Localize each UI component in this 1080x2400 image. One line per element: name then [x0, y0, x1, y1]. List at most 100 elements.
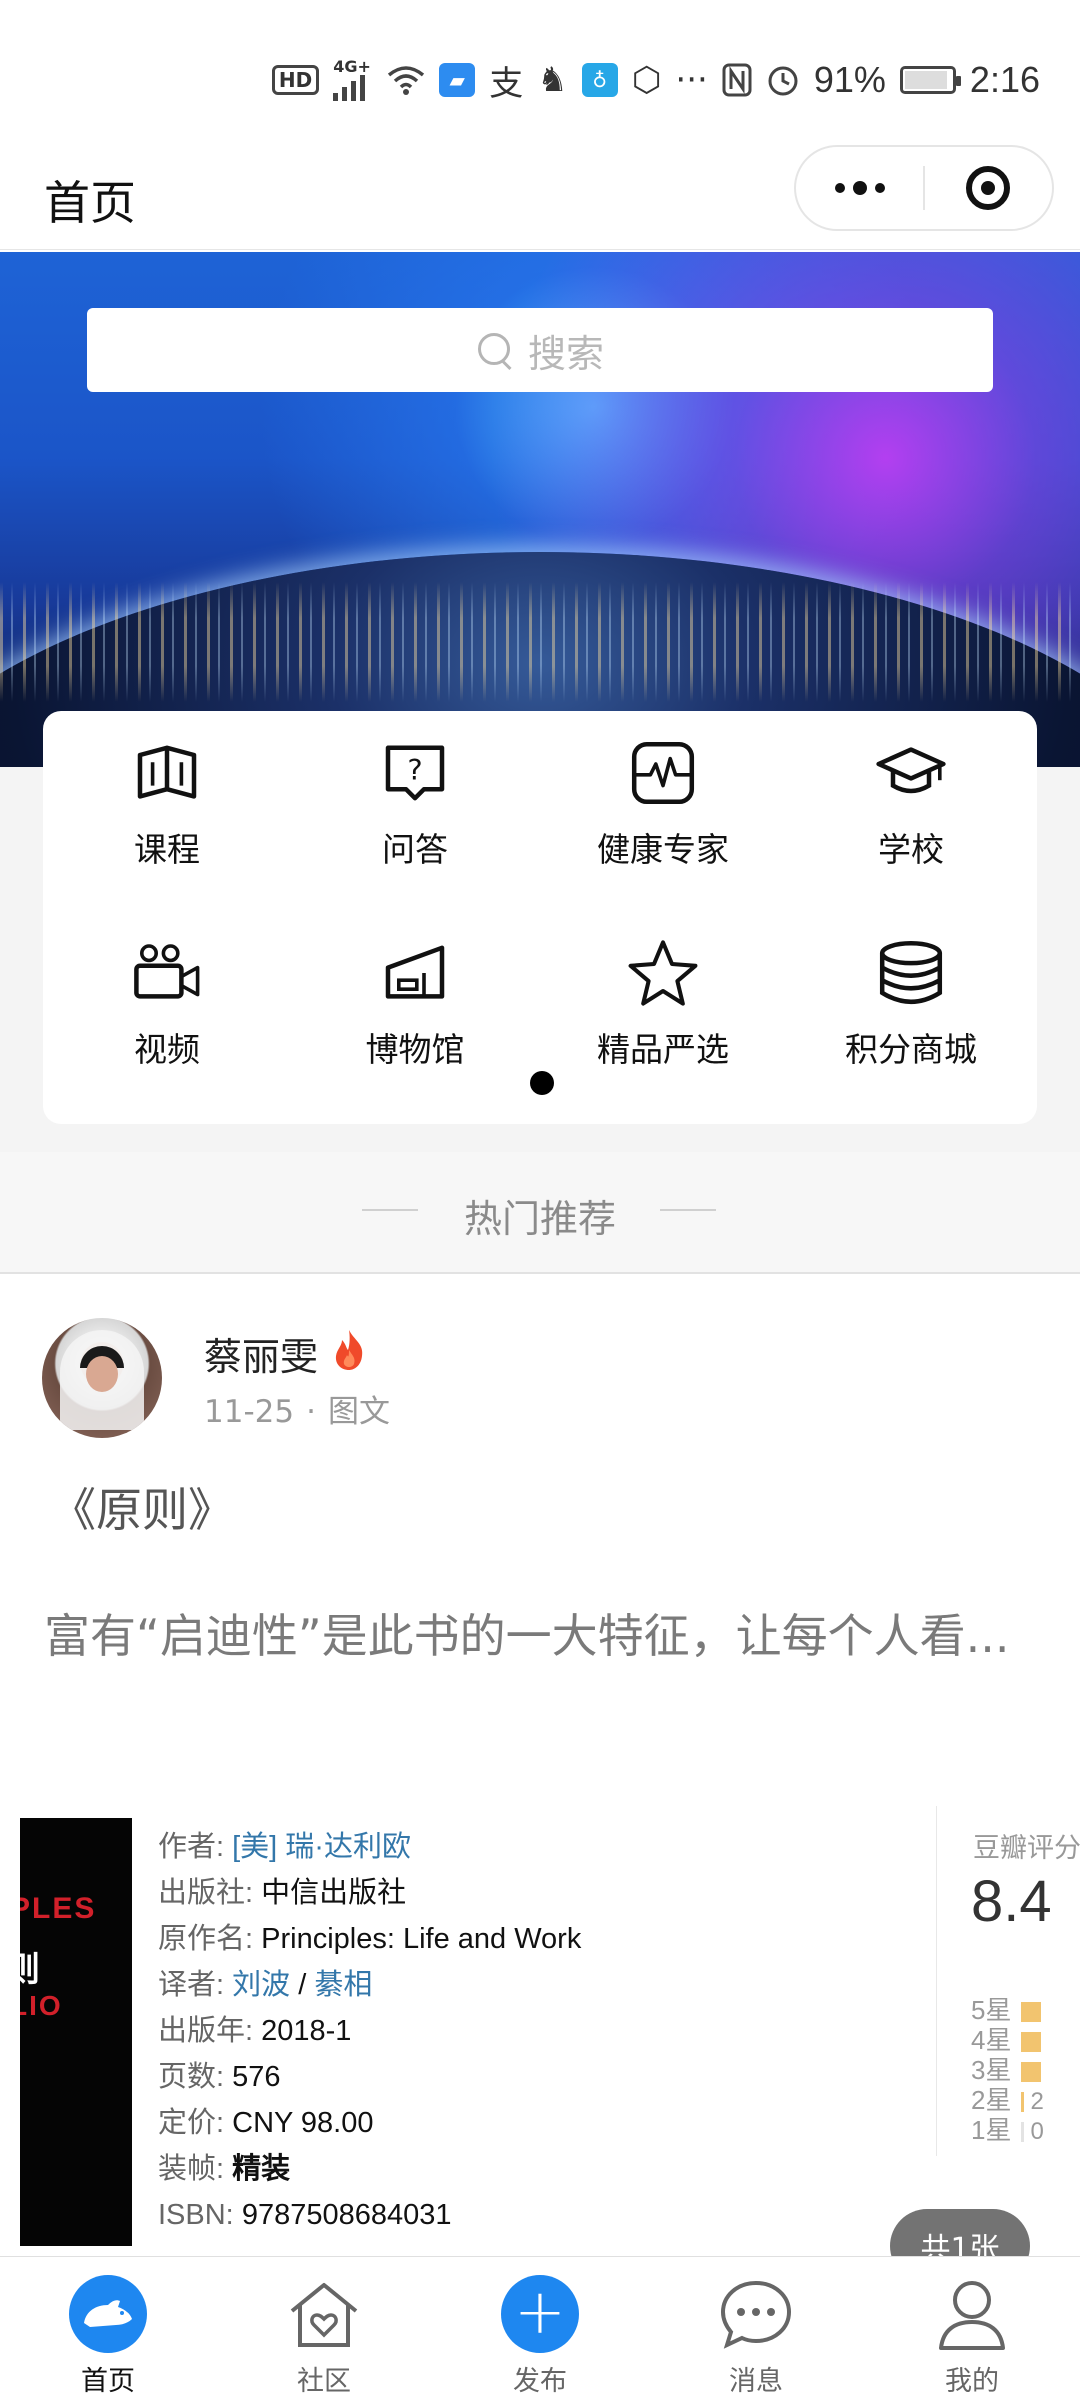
author-name[interactable]: 蔡丽雯 [204, 1326, 318, 1381]
grid-item-qa[interactable]: ? 问答 [291, 711, 539, 871]
pager-dot [530, 1071, 554, 1095]
pulse-icon [631, 741, 695, 805]
post-excerpt: 富有“启迪性”是此书的一大特征，让每个人看... [44, 1609, 1010, 1663]
grid-item-school[interactable]: 学校 [787, 711, 1035, 871]
tab-publish[interactable]: + 发布 [432, 2257, 648, 2400]
flame-icon [335, 1330, 363, 1370]
tab-bar: 首页 社区 + 发布 消息 我的 [0, 2256, 1080, 2400]
tab-label: 我的 [945, 2366, 999, 2397]
profile-icon [933, 2275, 1011, 2353]
post-type: 图文 [327, 1394, 390, 1430]
page-title: 首页 [44, 176, 136, 230]
status-bar: HD 4G+ ▰ 支 ♞ ♁ ⬡ ··· 91% 2:16 [0, 0, 1080, 145]
search-input[interactable]: 搜索 [87, 308, 993, 392]
status-icons: HD 4G+ ▰ 支 ♞ ♁ ⬡ ··· 91% 2:16 [271, 56, 1040, 104]
book-binding-row: 装帧: 精装 [158, 2153, 291, 2185]
banner[interactable]: 搜索 [0, 252, 1080, 767]
grid-item-video[interactable]: 视频 [43, 911, 291, 1071]
grid-item-label: 视频 [134, 1030, 200, 1069]
grid-item-label: 问答 [382, 830, 448, 869]
grid-item-health-expert[interactable]: 健康专家 [539, 711, 787, 871]
post-card[interactable]: 蔡丽雯 11-25 · 图文 《原则》 富有“启迪性”是此书的一大特征，让每个人看.… [0, 1276, 1080, 2283]
post-meta: 11-25 · 图文 [204, 1386, 390, 1431]
more-icon: ··· [675, 60, 708, 100]
nfc-icon [722, 63, 752, 97]
tab-messages[interactable]: 消息 [648, 2257, 864, 2400]
post-date: 11-25 [204, 1394, 295, 1430]
svg-text:?: ? [407, 753, 422, 787]
dot-icon [874, 183, 885, 193]
dot-icon [834, 183, 845, 193]
tab-label: 发布 [513, 2366, 567, 2397]
tab-community[interactable]: 社区 [216, 2257, 432, 2400]
grid-item-label: 精品严选 [597, 1030, 729, 1069]
target-icon [966, 166, 1011, 210]
book-price-row: 定价: CNY 98.00 [158, 2107, 374, 2139]
grid-item-course[interactable]: 课程 [43, 711, 291, 871]
app-icon: ▰ [439, 63, 476, 97]
video-camera-icon [134, 944, 200, 999]
community-icon [285, 2275, 363, 2353]
book-year-row: 出版年: 2018-1 [158, 2015, 352, 2047]
rating-label: 豆瓣评分 [973, 1833, 1080, 1863]
mini-program-capsule [794, 145, 1054, 231]
alipay-icon: 支 [489, 63, 524, 104]
book-publisher-row: 出版社: 中信出版社 [158, 1877, 407, 1909]
graduation-cap-icon [876, 747, 946, 794]
meta-separator: · [306, 1394, 316, 1430]
cover-text: LIO [20, 1990, 63, 2021]
publish-icon: + [501, 2275, 579, 2353]
battery-fill [904, 71, 947, 89]
star-icon [628, 940, 698, 1006]
clock: 2:16 [969, 59, 1040, 100]
battery-percent: 91% [813, 59, 886, 100]
grid-item-selection[interactable]: 精品严选 [539, 911, 787, 1071]
grid-item-label: 博物馆 [365, 1030, 465, 1069]
book-pages-row: 页数: 576 [158, 2061, 281, 2093]
book-cover: PLES 则 LIO [20, 1818, 132, 2246]
rating-panel: 豆瓣评分 8.4 5星 4星 3星 2星 2 1星 0 [936, 1806, 1080, 2156]
tab-profile[interactable]: 我的 [864, 2257, 1080, 2400]
dot-icon [852, 181, 867, 195]
divider-right [660, 1209, 716, 1211]
grid-item-label: 课程 [134, 830, 200, 869]
signal-icon: 4G+ [333, 59, 373, 101]
grid-item-label: 学校 [878, 830, 944, 869]
tab-label: 社区 [297, 2366, 351, 2397]
book-translator-row: 译者: 刘波 / 綦相 [158, 1969, 373, 2001]
banner-city-lights [0, 582, 1080, 702]
hand-icon: ⬡ [631, 60, 662, 100]
question-icon: ? [385, 745, 445, 801]
more-menu-button[interactable] [796, 147, 923, 229]
book-original-title-row: 原作名: Principles: Life and Work [158, 1923, 582, 1955]
post-image[interactable]: PLES 则 LIO 作者: [美] 瑞·达利欧 出版社: 中信出版社 原作名:… [20, 1806, 1080, 2256]
star-row: 1星 0 [971, 2115, 1044, 2145]
tab-home[interactable]: 首页 [0, 2257, 216, 2400]
museum-icon [385, 945, 445, 999]
grid-item-points-mall[interactable]: 积分商城 [787, 911, 1035, 1071]
book-info: 作者: [美] 瑞·达利欧 出版社: 中信出版社 原作名: Principles… [158, 1824, 581, 2238]
wifi-icon [387, 65, 425, 95]
home-icon [69, 2275, 147, 2353]
rating-score: 8.4 [971, 1869, 1052, 1934]
section-title: 热门推荐 [463, 1197, 616, 1241]
battery-icon [899, 66, 961, 94]
title-bar: 首页 [0, 145, 1080, 250]
cover-text: 则 [20, 1951, 42, 1989]
tab-label: 首页 [81, 2366, 135, 2397]
book-icon [137, 745, 197, 799]
coins-icon [879, 941, 943, 1004]
book-author-row: 作者: [美] 瑞·达利欧 [158, 1831, 411, 1863]
bulb-icon: ♁ [581, 63, 618, 97]
grid-item-museum[interactable]: 博物馆 [291, 911, 539, 1071]
feature-grid: 课程 ? 问答 健康专家 学校 视频 博物馆 精品严选 积分商城 [43, 711, 1037, 1124]
tab-label: 消息 [729, 2366, 783, 2397]
plus-icon: + [514, 2275, 566, 2348]
cover-text: PLES [20, 1892, 97, 1925]
grid-item-label: 健康专家 [597, 830, 729, 869]
search-icon [476, 331, 514, 369]
grid-item-label: 积分商城 [845, 1030, 977, 1069]
close-mini-program-button[interactable] [925, 147, 1052, 229]
section-header: 热门推荐 [0, 1152, 1080, 1274]
avatar[interactable] [42, 1318, 162, 1438]
